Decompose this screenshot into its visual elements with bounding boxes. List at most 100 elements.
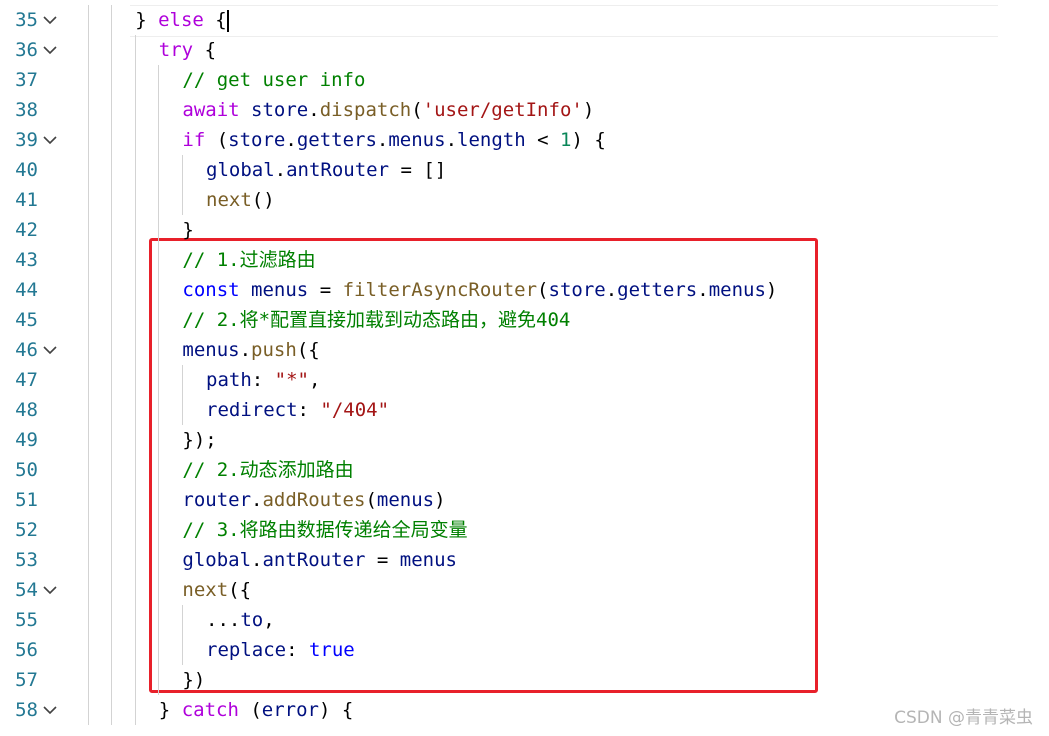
code-line[interactable]: 47 path: "*", [0,365,1049,395]
indent-guide [111,365,112,395]
code-token: ) [434,489,446,511]
indent-guide [88,455,89,485]
indent-guide [158,305,159,335]
indent-guide [135,305,136,335]
indent-guide [158,395,159,425]
indent-guide [88,695,89,725]
code-text: // 2.动态添加路由 [182,455,353,485]
chevron-down-icon[interactable] [42,35,58,65]
code-text: next() [206,185,275,215]
indent-guide [135,635,136,665]
chevron-down-icon[interactable] [42,575,58,605]
indent-guide [111,35,112,65]
indent-guide [88,515,89,545]
code-line[interactable]: 46 menus.push({ [0,335,1049,365]
indent-guide [158,155,159,185]
code-line[interactable]: 43 // 1.过滤路由 [0,245,1049,275]
code-token: store [228,129,286,151]
code-line[interactable]: 39 if (store.getters.menus.length < 1) { [0,125,1049,155]
code-token: // 2.动态添加路由 [182,459,354,481]
code-token: () [251,189,275,211]
code-line[interactable]: 56 replace: true [0,635,1049,665]
indent-guide [111,275,112,305]
code-token: else [158,9,204,31]
code-token: : [251,369,275,391]
watermark: CSDN @青青菜虫 [894,708,1033,728]
code-line[interactable]: 49}); [0,425,1049,455]
indent-guide [135,515,136,545]
code-token: getters [296,129,377,151]
code-text: try { [159,35,216,65]
indent-guide [88,635,89,665]
indent-guide [111,305,112,335]
indent-guide [88,125,89,155]
indent-guide [135,335,136,365]
code-line[interactable]: 45 // 2.将*配置直接加载到动态路由，避免404 [0,305,1049,335]
indent-guide [111,95,112,125]
indent-guide [111,425,112,455]
indent-guide [111,605,112,635]
code-line[interactable]: 37 // get user info [0,65,1049,95]
code-token: "*" [274,369,309,391]
code-text: next({ [182,575,251,605]
indent-guide [135,425,136,455]
code-text: replace: true [206,635,355,665]
code-line[interactable]: 36 try { [0,35,1049,65]
code-editor[interactable]: 35} else {36 try {37// get user info 38 awa… [0,0,1049,736]
code-token: if [182,129,206,151]
code-line[interactable]: 50 // 2.动态添加路由 [0,455,1049,485]
code-text: // 2.将*配置直接加载到动态路由，避免404 [182,305,570,335]
indent-guide [135,245,136,275]
code-line[interactable]: 44 const menus = filterAsyncRouter(store.… [0,275,1049,305]
line-number: 38 [15,99,38,121]
chevron-down-icon[interactable] [42,5,58,35]
line-number: 43 [15,249,38,271]
code-token: "/404" [320,399,390,421]
code-token: } [158,699,182,721]
indent-guide [135,275,136,305]
code-line[interactable]: 54 next({ [0,575,1049,605]
code-token: const [182,279,240,301]
line-number: 58 [15,699,38,721]
code-token: // get user info [182,69,366,91]
code-line[interactable]: 40 global.antRouter = [] [0,155,1049,185]
indent-guide [111,665,112,695]
code-line[interactable]: 53 global.antRouter = menus [0,545,1049,575]
code-line[interactable]: 57}) [0,665,1049,695]
line-number: 54 [15,579,38,601]
chevron-down-icon[interactable] [42,125,58,155]
code-token: getters [617,279,698,301]
code-text: redirect: "/404" [206,395,389,425]
chevron-down-icon[interactable] [42,695,58,725]
chevron-down-icon[interactable] [42,335,58,365]
code-line[interactable]: 48 redirect: "/404" [0,395,1049,425]
indent-guide [111,395,112,425]
code-token: . [274,159,287,181]
indent-guide [111,635,112,665]
code-token: . [376,129,389,151]
indent-guide [88,575,89,605]
code-token: menus [388,129,446,151]
indent-guide [158,665,159,695]
indent-guide [135,155,136,185]
code-token: ( [205,129,229,151]
code-line[interactable]: 52 // 3.将路由数据传递给全局变量 [0,515,1049,545]
code-text: global.antRouter = [] [206,155,446,185]
code-text: if (store.getters.menus.length < 1) { [182,125,605,155]
code-line[interactable]: 42} [0,215,1049,245]
indent-guide [158,185,159,215]
code-token: ( [238,699,262,721]
code-line[interactable]: 41 next() [0,185,1049,215]
code-line[interactable]: 51 router.addRoutes(menus) [0,485,1049,515]
code-line[interactable]: 58} catch (error) { [0,695,1049,725]
line-number: 50 [15,459,38,481]
code-line[interactable]: 38 await store.dispatch('user/getInfo') [0,95,1049,125]
indent-guide [135,665,136,695]
code-token: ( [411,99,423,121]
code-token: path [206,369,252,391]
code-line[interactable]: 55 ...to, [0,605,1049,635]
line-number: 57 [15,669,38,691]
code-line[interactable]: 35} else { [0,5,1049,35]
